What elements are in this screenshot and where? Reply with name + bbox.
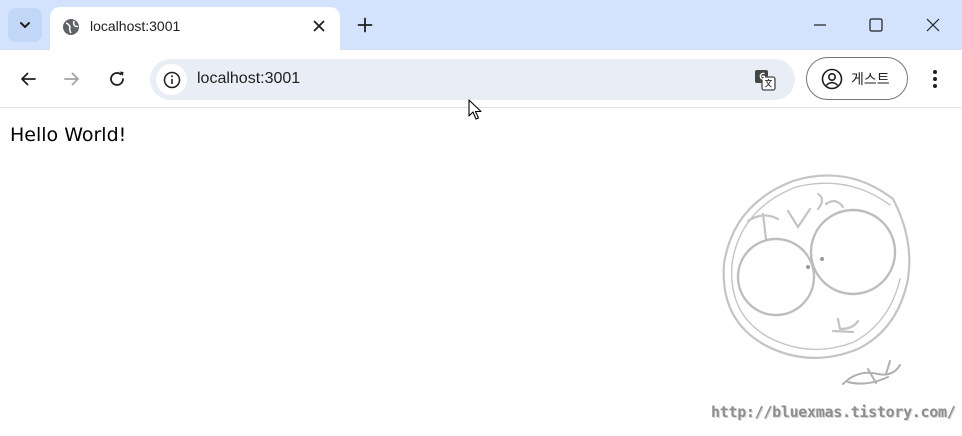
site-info-button[interactable]	[156, 64, 187, 95]
more-vertical-icon	[933, 70, 937, 88]
info-icon	[163, 71, 180, 88]
arrow-right-icon	[64, 72, 79, 86]
active-tab[interactable]: localhost:3001	[50, 7, 340, 50]
tab-close-button[interactable]	[308, 15, 330, 37]
title-bar: localhost:3001	[0, 0, 962, 50]
browser-menu-button[interactable]	[920, 63, 950, 95]
mouse-cursor-icon	[468, 99, 482, 120]
minimize-icon	[814, 24, 826, 26]
forward-button[interactable]	[56, 63, 88, 95]
minimize-button[interactable]	[800, 8, 840, 42]
maximize-button[interactable]	[856, 8, 896, 42]
profile-label: 게스트	[851, 71, 890, 88]
hello-text: Hello World!	[10, 124, 127, 146]
reload-button[interactable]	[101, 63, 133, 95]
plus-icon	[357, 17, 373, 33]
reload-icon	[110, 71, 124, 86]
new-tab-button[interactable]	[352, 12, 378, 38]
account-icon	[821, 68, 843, 89]
close-icon	[313, 20, 325, 32]
close-icon	[926, 18, 940, 32]
translate-button[interactable]	[753, 68, 777, 92]
globe-icon	[63, 19, 79, 35]
tab-title: localhost:3001	[90, 18, 181, 34]
back-button[interactable]	[12, 63, 44, 95]
chevron-down-icon	[20, 22, 30, 28]
close-window-button[interactable]	[913, 8, 953, 42]
arrow-left-icon	[21, 72, 36, 86]
address-bar[interactable]: localhost:3001	[150, 59, 795, 100]
profile-button[interactable]: 게스트	[806, 57, 908, 100]
url-text[interactable]: localhost:3001	[197, 70, 300, 88]
watermark-url: http://bluexmas.tistory.com/	[711, 403, 956, 421]
maximize-icon	[869, 18, 883, 32]
translate-icon	[755, 70, 776, 91]
watermark-logo	[722, 174, 911, 385]
tab-search-button[interactable]	[8, 8, 42, 42]
